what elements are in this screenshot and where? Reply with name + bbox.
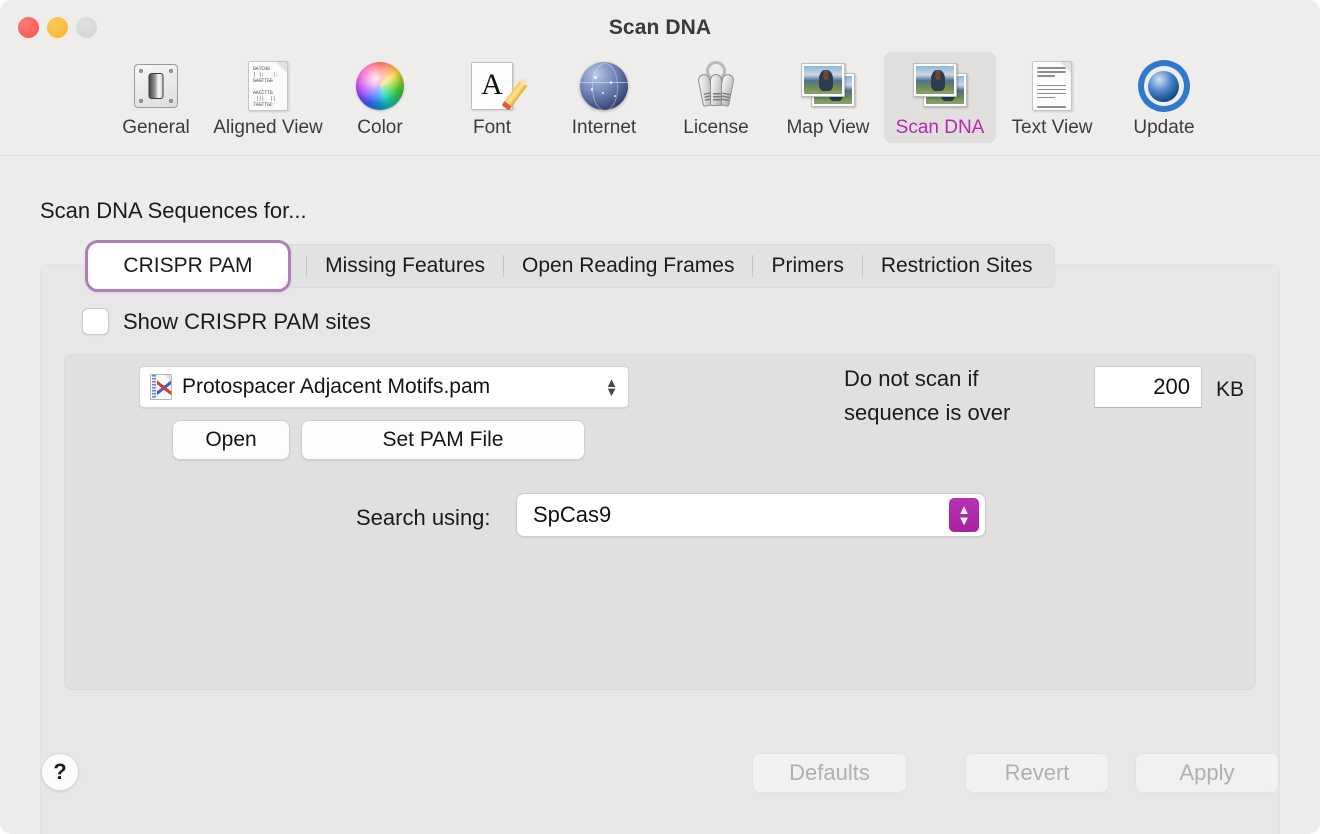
switch-plate-icon — [128, 58, 184, 114]
size-limit-label-line1: Do not scan if — [844, 366, 979, 391]
toolbar-item-license[interactable]: License — [660, 52, 772, 143]
preferences-toolbar: General GATCGG | |: |: GAGTTGG AACCTTG ||| … — [0, 48, 1320, 155]
toolbar-label-update: Update — [1133, 117, 1195, 138]
size-limit-input[interactable]: 200 — [1094, 366, 1202, 408]
toolbar-item-color[interactable]: Color — [324, 52, 436, 143]
toolbar-label-aligned-view: Aligned View — [213, 117, 323, 138]
size-limit-label: Do not scan if sequence is over — [844, 362, 1059, 430]
text-document-icon — [1024, 58, 1080, 114]
toolbar-label-map-view: Map View — [786, 117, 870, 138]
keys-icon — [688, 58, 744, 114]
toolbar-label-license: License — [683, 117, 749, 138]
dna-document-icon: GATCGG | |: |: GAGTTGG AACCTTG ||| || TAGTTG… — [240, 58, 296, 114]
search-using-value: SpCas9 — [533, 502, 612, 527]
search-using-combobox[interactable]: SpCas9 ▲ ▼ — [516, 493, 986, 537]
toolbar-label-scan-dna: Scan DNA — [895, 117, 985, 138]
toolbar-item-font[interactable]: A Font — [436, 52, 548, 143]
toolbar-label-color: Color — [357, 117, 403, 138]
pam-file-popup-button[interactable]: Protospacer Adjacent Motifs.pam ▲ ▼ — [139, 366, 629, 408]
page-title: Scan DNA Sequences for... — [40, 198, 307, 223]
toolbar-label-internet: Internet — [571, 117, 637, 138]
open-button[interactable]: Open — [172, 420, 290, 460]
toolbar-item-update[interactable]: Update — [1108, 51, 1220, 143]
show-crispr-pam-label: Show CRISPR PAM sites — [123, 308, 371, 334]
toolbar-item-text-view[interactable]: Text View — [996, 52, 1108, 143]
globe-icon — [576, 58, 632, 114]
help-button[interactable]: ? — [41, 753, 79, 791]
toolbar-label-text-view: Text View — [1011, 117, 1093, 138]
preferences-window: Scan DNA General GATCGG | |: |: GAGTTGG AAC… — [0, 0, 1320, 834]
tab-crispr-pam[interactable]: CRISPR PAM — [85, 240, 291, 292]
size-limit-unit: KB — [1216, 378, 1245, 401]
toolbar-item-general[interactable]: General — [100, 52, 212, 143]
preferences-content: Scan DNA Sequences for... Show CRISPR PA… — [0, 156, 1320, 834]
update-globe-icon — [1129, 51, 1199, 121]
photos-stack-icon — [800, 58, 856, 114]
revert-button[interactable]: Revert — [965, 753, 1109, 793]
set-pam-file-button[interactable]: Set PAM File — [301, 420, 585, 460]
pam-file-name: Protospacer Adjacent Motifs.pam — [182, 375, 491, 398]
show-crispr-pam-checkbox[interactable] — [82, 308, 109, 335]
tab-primers[interactable]: Primers — [753, 244, 861, 288]
apply-button[interactable]: Apply — [1135, 753, 1279, 793]
toolbar-label-general: General — [122, 117, 190, 138]
photos-stack-icon — [912, 58, 968, 114]
defaults-button[interactable]: Defaults — [752, 753, 907, 793]
size-limit-label-line2: sequence is over — [844, 400, 1011, 425]
toolbar-item-aligned-view[interactable]: GATCGG | |: |: GAGTTGG AACCTTG ||| || TAGTTG… — [212, 52, 324, 143]
tab-open-reading-frames[interactable]: Open Reading Frames — [504, 244, 752, 288]
tab-restriction-sites[interactable]: Restriction Sites — [863, 244, 1051, 288]
show-crispr-pam-row: Show CRISPR PAM sites — [82, 308, 371, 335]
toolbar-item-map-view[interactable]: Map View — [772, 52, 884, 143]
font-pencil-icon: A — [464, 58, 528, 114]
toolbar-item-internet[interactable]: Internet — [548, 52, 660, 143]
crispr-pam-settings-group: Protospacer Adjacent Motifs.pam ▲ ▼ Open … — [64, 354, 1256, 690]
search-using-stepper[interactable]: ▲ ▼ — [949, 498, 979, 532]
search-using-label: Search using: — [356, 505, 491, 530]
chevron-updown-icon: ▲ ▼ — [605, 375, 618, 399]
color-wheel-icon — [352, 58, 408, 114]
pam-file-icon — [150, 374, 172, 400]
tab-missing-features[interactable]: Missing Features — [307, 244, 503, 288]
toolbar-label-font: Font — [472, 117, 512, 138]
tab-content-panel: Show CRISPR PAM sites Protospacer Adjace… — [40, 264, 1280, 834]
toolbar-item-scan-dna[interactable]: Scan DNA — [884, 52, 996, 143]
